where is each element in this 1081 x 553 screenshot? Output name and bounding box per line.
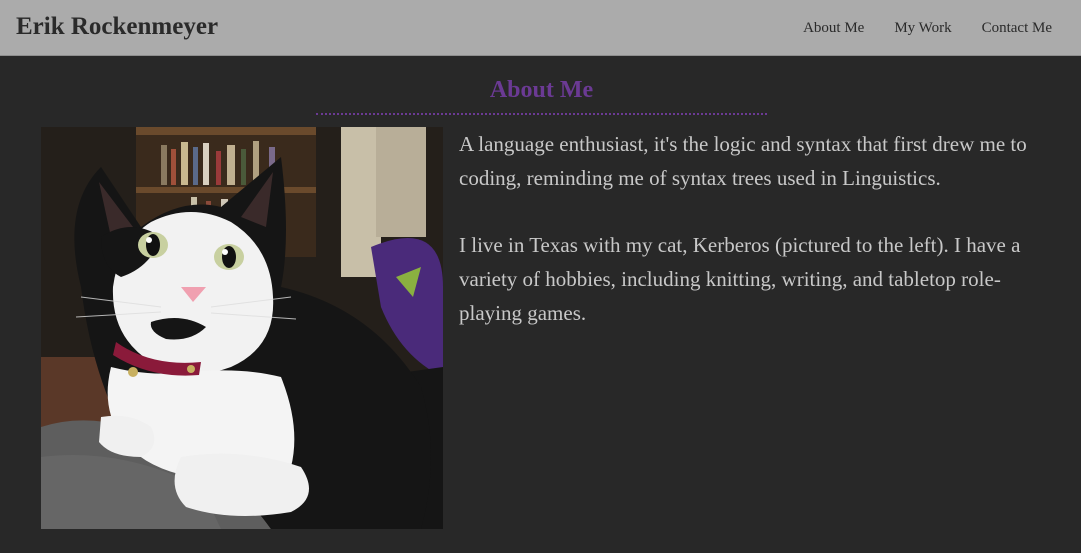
bio-paragraph-1: A language enthusiast, it's the logic an… xyxy=(459,132,1027,190)
site-header: Erik Rockenmeyer About Me My Work Contac… xyxy=(0,0,1081,56)
site-title[interactable]: Erik Rockenmeyer xyxy=(16,12,218,42)
main-nav: About Me My Work Contact Me xyxy=(803,18,1052,38)
bio-text: A language enthusiast, it's the logic an… xyxy=(459,127,1059,363)
nav-link-contact-me[interactable]: Contact Me xyxy=(952,18,1052,38)
section-title: About Me xyxy=(316,75,767,115)
bio-paragraph-2: I live in Texas with my cat, Kerberos (p… xyxy=(459,233,1021,325)
cat-illustration xyxy=(41,127,443,529)
nav-link-my-work[interactable]: My Work xyxy=(864,18,951,38)
cat-photo xyxy=(41,127,443,529)
nav-link-about-me[interactable]: About Me xyxy=(803,18,864,38)
